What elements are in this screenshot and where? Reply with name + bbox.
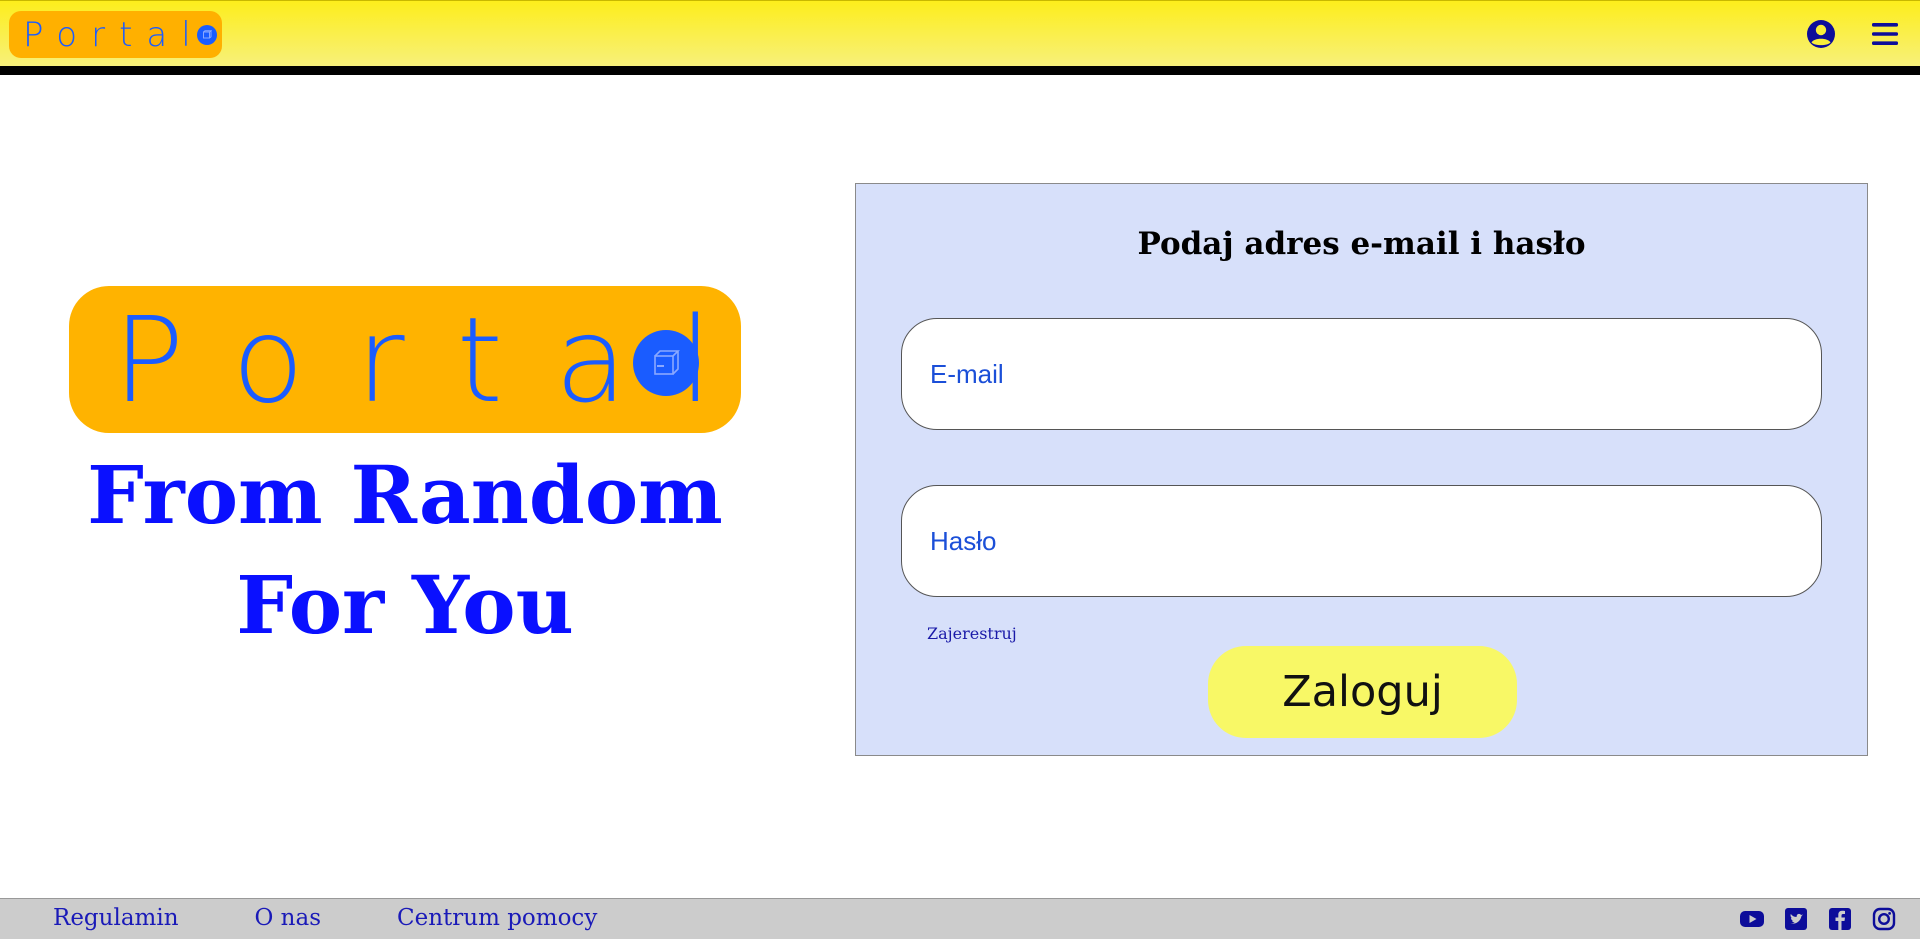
login-title: Podaj adres e-mail i hasło <box>1137 226 1586 262</box>
tagline-line-2: For You <box>236 558 574 652</box>
header-logo-text: Portal <box>23 14 205 55</box>
logo-box-icon <box>633 330 699 396</box>
footer-link-help-center[interactable]: Centrum pomocy <box>397 905 597 931</box>
logo-box-icon <box>196 24 217 45</box>
footer-link-about[interactable]: O nas <box>255 905 322 931</box>
youtube-icon[interactable] <box>1739 906 1765 932</box>
user-circle-icon[interactable] <box>1804 17 1838 51</box>
login-button[interactable]: Zaloguj <box>1208 646 1517 738</box>
footer-link-regulamin[interactable]: Regulamin <box>53 905 179 931</box>
header-divider <box>0 66 1920 75</box>
register-link[interactable]: Zajerestruj <box>927 624 1017 643</box>
top-header: Portal <box>0 0 1920 66</box>
hamburger-menu-icon[interactable] <box>1868 17 1902 51</box>
instagram-icon[interactable] <box>1871 906 1897 932</box>
header-logo[interactable]: Portal <box>9 11 222 58</box>
login-panel: Podaj adres e-mail i hasło Zajerestruj Z… <box>855 183 1868 756</box>
hero-logo: Portal <box>69 286 741 433</box>
hero-tagline: From Random For You <box>69 440 741 660</box>
email-field[interactable] <box>901 318 1822 430</box>
twitter-icon[interactable] <box>1783 906 1809 932</box>
footer: Regulamin O nas Centrum pomocy <box>0 898 1920 939</box>
tagline-line-1: From Random <box>87 448 723 542</box>
password-field[interactable] <box>901 485 1822 597</box>
facebook-icon[interactable] <box>1827 906 1853 932</box>
